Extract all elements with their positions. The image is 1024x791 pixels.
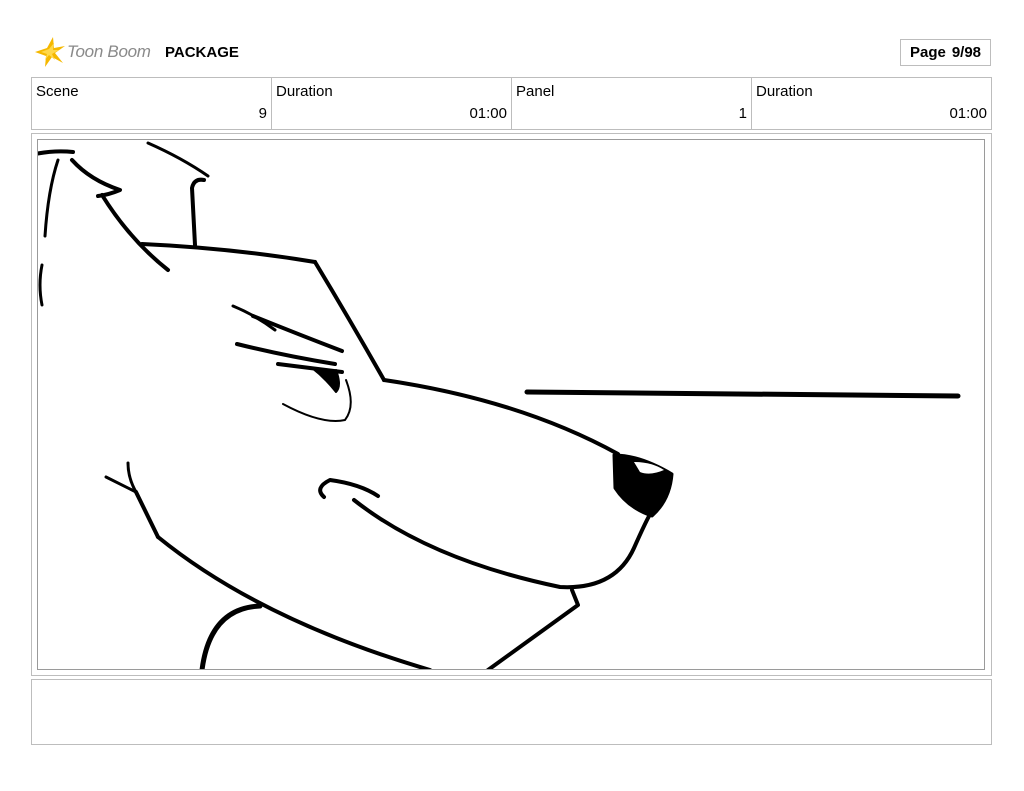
panel-image (37, 139, 985, 670)
sketch-drawing (38, 141, 961, 669)
panel-duration-value: 01:00 (949, 105, 987, 122)
scene-label: Scene (36, 83, 79, 100)
panel-duration-cell: Duration 01:00 (752, 78, 991, 129)
scene-cell: Scene 9 (32, 78, 272, 129)
star-burst-icon (35, 37, 65, 67)
panel-cell: Panel 1 (512, 78, 752, 129)
panel-duration-label: Duration (756, 83, 813, 100)
scene-duration-cell: Duration 01:00 (272, 78, 512, 129)
scene-value: 9 (258, 105, 267, 122)
info-row: Scene 9 Duration 01:00 Panel 1 Duration … (31, 77, 992, 130)
scene-duration-value: 01:00 (469, 105, 507, 122)
project-title: PACKAGE (165, 44, 239, 61)
page-label: Page (909, 44, 946, 61)
notes-box (31, 679, 992, 745)
page-number: 9/98 (951, 44, 982, 61)
page-indicator: Page 9/98 (900, 39, 991, 66)
toon-boom-logo: Toon Boom (33, 35, 158, 69)
scene-duration-label: Duration (276, 83, 333, 100)
logo-wordmark: Toon Boom (67, 42, 151, 61)
panel-label: Panel (516, 83, 555, 100)
panel-value: 1 (738, 105, 747, 122)
